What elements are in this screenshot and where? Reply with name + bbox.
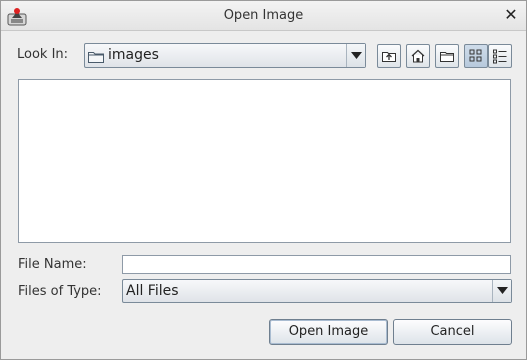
title-bar[interactable]: Open Image ✕ <box>1 1 526 31</box>
list-view-icon <box>469 49 482 62</box>
chevron-down-icon <box>497 287 508 294</box>
new-folder-icon <box>440 52 454 62</box>
up-one-level-button[interactable] <box>377 44 401 68</box>
open-image-dialog: Open Image ✕ Look In: images File Name: … <box>0 0 527 360</box>
chevron-down-icon <box>351 51 362 59</box>
files-of-type-dropdown-arrow[interactable] <box>492 280 511 302</box>
files-of-type-value: All Files <box>126 283 179 299</box>
close-icon[interactable]: ✕ <box>503 7 519 23</box>
new-folder-button[interactable] <box>435 44 459 68</box>
files-of-type-combo[interactable]: All Files <box>122 279 512 303</box>
look-in-value: images <box>108 47 159 63</box>
file-name-label: File Name: <box>18 257 87 272</box>
details-view-button[interactable] <box>488 44 512 68</box>
look-in-dropdown-arrow[interactable] <box>346 44 365 67</box>
folder-up-icon <box>382 52 396 62</box>
folder-icon <box>88 52 104 63</box>
home-button[interactable] <box>406 44 430 68</box>
cancel-button[interactable]: Cancel <box>393 319 512 345</box>
files-of-type-label: Files of Type: <box>18 284 102 299</box>
window-title: Open Image <box>223 8 304 23</box>
file-list[interactable] <box>18 79 511 243</box>
look-in-combo[interactable]: images <box>84 43 366 68</box>
list-view-button[interactable] <box>464 44 488 68</box>
home-icon <box>411 49 425 63</box>
look-in-label: Look In: <box>17 47 69 62</box>
file-name-input[interactable] <box>122 255 511 274</box>
details-view-icon <box>493 49 507 64</box>
open-image-button[interactable]: Open Image <box>269 319 388 345</box>
